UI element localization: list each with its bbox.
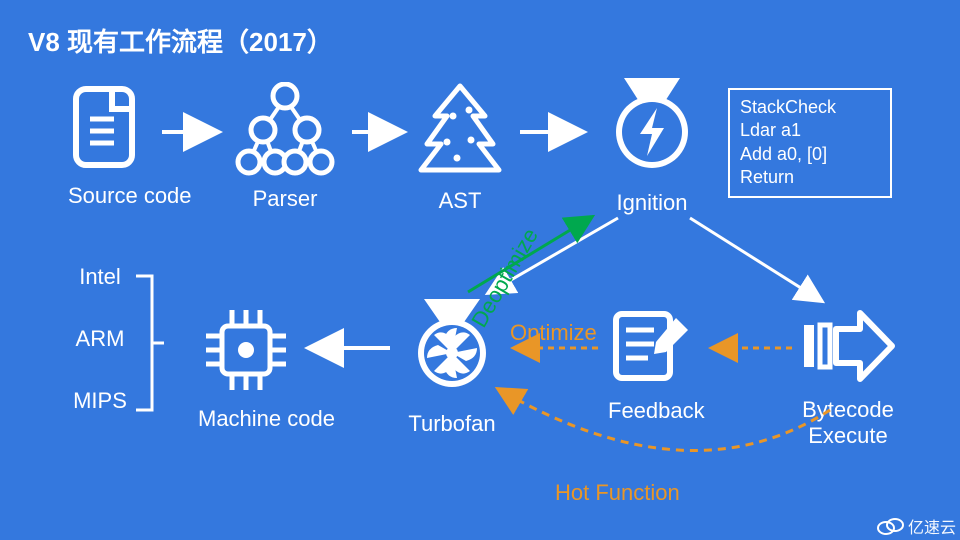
hot-function-label: Hot Function xyxy=(555,480,680,506)
watermark-text: 亿速云 xyxy=(908,514,956,538)
optimize-label: Optimize xyxy=(510,320,597,346)
watermark: 亿速云 xyxy=(876,514,956,538)
arrows-layer xyxy=(0,0,960,540)
